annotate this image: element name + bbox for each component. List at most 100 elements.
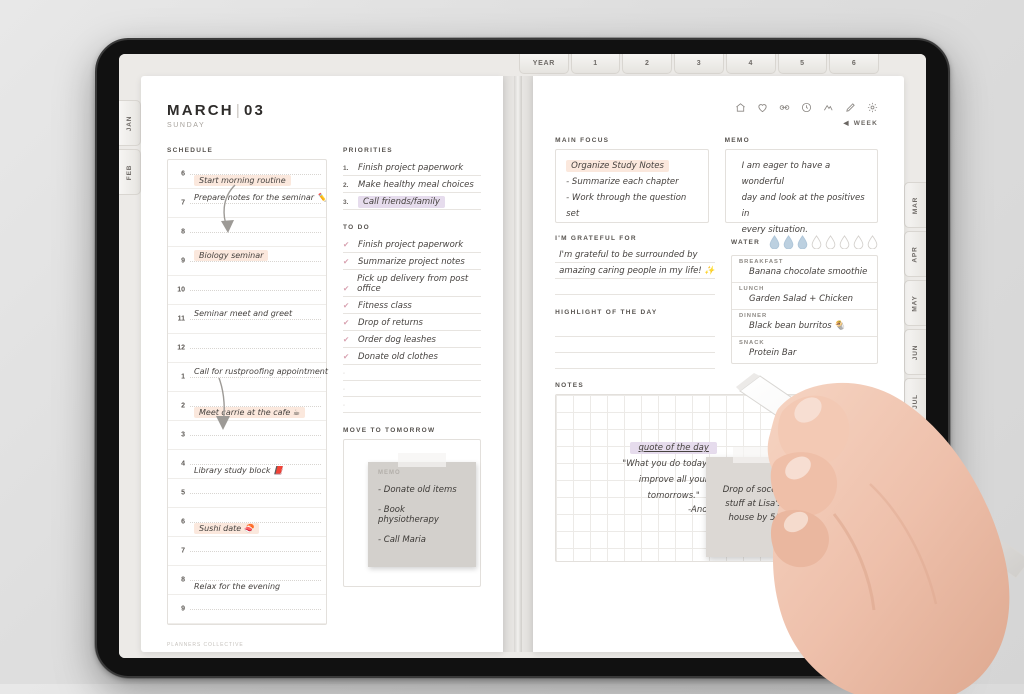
top-tab-year[interactable]: YEAR: [519, 54, 569, 74]
top-tab-1[interactable]: 1: [570, 54, 621, 74]
schedule-row[interactable]: 10: [168, 276, 326, 305]
top-tab-2[interactable]: 2: [622, 54, 673, 74]
water-drop-filled[interactable]: [797, 235, 808, 249]
check-icon[interactable]: ✔: [343, 240, 352, 250]
schedule-row[interactable]: 5: [168, 479, 326, 508]
todo-item[interactable]: ◦: [343, 397, 482, 413]
priority-item[interactable]: 2. Make healthy meal choices: [343, 176, 482, 193]
check-icon[interactable]: ✔: [343, 284, 351, 294]
toolbar: [555, 102, 878, 113]
home-icon[interactable]: [735, 102, 746, 113]
top-tab-3[interactable]: 3: [674, 54, 724, 74]
grateful-line[interactable]: amazing caring people in my life! ✨: [555, 263, 715, 279]
meal-value: Garden Salad + Chicken: [749, 294, 853, 304]
month-tab-mar[interactable]: MAR: [904, 182, 926, 228]
check-icon[interactable]: ✔: [343, 257, 352, 267]
heart-icon[interactable]: [757, 102, 768, 113]
meal-row[interactable]: BREAKFAST Banana chocolate smoothie: [732, 256, 877, 283]
todo-item[interactable]: ◦: [343, 381, 482, 397]
todo-item[interactable]: ◦: [343, 365, 482, 381]
main-focus-box[interactable]: Organize Study Notes - Summarize each ch…: [555, 149, 709, 223]
schedule-row[interactable]: 9: [168, 595, 326, 624]
highlight-lines[interactable]: [555, 321, 715, 369]
meal-row[interactable]: DINNER Black bean burritos 🌯: [732, 310, 877, 337]
water-drop-empty[interactable]: [867, 235, 878, 249]
schedule-row[interactable]: 7: [168, 537, 326, 566]
todo-item[interactable]: ✔ Pick up delivery from post office: [343, 270, 482, 297]
schedule-row[interactable]: 12: [168, 334, 326, 363]
schedule-hour: 8: [181, 576, 185, 584]
schedule-row[interactable]: 9 Biology seminar: [168, 247, 326, 276]
schedule-row[interactable]: 7 Prepare notes for the seminar ✏️: [168, 189, 327, 218]
grateful-line[interactable]: [555, 279, 715, 295]
meals-list[interactable]: BREAKFAST Banana chocolate smoothie LUNC…: [731, 255, 878, 364]
timer-icon[interactable]: [801, 102, 812, 113]
bookmark-icon[interactable]: [779, 102, 790, 113]
schedule-line: [190, 493, 321, 494]
month-tab-may[interactable]: MAY: [904, 280, 926, 326]
priority-item[interactable]: 1. Finish project paperwork: [343, 159, 482, 176]
schedule-row[interactable]: 3: [168, 421, 326, 450]
schedule-row[interactable]: 4 Library study block 📕: [168, 450, 326, 479]
month-tab-jan[interactable]: JAN: [119, 100, 141, 146]
grateful-lines[interactable]: I'm grateful to be surrounded by amazing …: [555, 247, 715, 295]
water-drop-filled[interactable]: [769, 235, 780, 249]
gear-icon[interactable]: [867, 102, 878, 113]
water-drop-empty[interactable]: [811, 235, 822, 249]
month-tab-jul[interactable]: JUL: [904, 378, 926, 424]
meal-row[interactable]: SNACK Protein Bar: [732, 337, 877, 363]
schedule-grid[interactable]: 6 Start morning routine 7 Prepare notes …: [167, 159, 328, 625]
todo-item[interactable]: ✔ Summarize project notes: [343, 253, 482, 270]
grateful-line[interactable]: I'm grateful to be surrounded by: [555, 247, 715, 263]
check-icon[interactable]: ✔: [343, 318, 352, 328]
water-drop-empty[interactable]: [825, 235, 836, 249]
schedule-line: [190, 232, 321, 233]
month-tab-jun[interactable]: JUN: [904, 329, 926, 375]
todo-item[interactable]: ✔ Fitness class: [343, 297, 482, 314]
water-drops[interactable]: [769, 235, 878, 249]
circle-icon[interactable]: ◦: [343, 371, 352, 378]
schedule-row[interactable]: 6 Start morning routine: [168, 160, 326, 189]
check-icon[interactable]: ✔: [343, 301, 352, 311]
memo-sticky-note[interactable]: MEMO - Donate old items - Book physiother…: [368, 453, 476, 567]
highlight-line[interactable]: [555, 337, 715, 353]
memo-line: I am eager to have a wonderful: [741, 161, 831, 187]
water-drop-empty[interactable]: [853, 235, 864, 249]
prev-arrow-icon[interactable]: ◀: [843, 119, 849, 127]
schedule-row[interactable]: 2 Meet carrie at the cafe ☕: [168, 392, 326, 421]
circle-icon[interactable]: ◦: [343, 387, 352, 394]
schedule-row[interactable]: 6 Sushi date 🍣: [168, 508, 326, 537]
check-icon[interactable]: ✔: [343, 335, 352, 345]
schedule-row[interactable]: 8 Relax for the evening: [168, 566, 326, 595]
week-nav[interactable]: ◀ WEEK: [555, 119, 878, 128]
pencil-icon[interactable]: [845, 102, 856, 113]
todo-item[interactable]: ✔ Order dog leashes: [343, 331, 482, 348]
top-tab-5[interactable]: 5: [777, 54, 828, 74]
highlight-line[interactable]: [555, 321, 715, 337]
note-sticky[interactable]: Drop of soccer stuff at Lisa's house by 5!: [706, 447, 802, 557]
move-to-tomorrow-box[interactable]: MEMO - Donate old items - Book physiother…: [343, 439, 482, 587]
todo-item[interactable]: ✔ Drop of returns: [343, 314, 482, 331]
check-icon[interactable]: ✔: [343, 352, 352, 362]
month-tab-apr[interactable]: APR: [904, 231, 926, 277]
circle-icon[interactable]: ◦: [343, 403, 352, 410]
schedule-row[interactable]: 11 Seminar meet and greet: [168, 305, 326, 334]
water-drop-filled[interactable]: [783, 235, 794, 249]
activity-icon[interactable]: [823, 102, 834, 113]
priorities-list[interactable]: 1. Finish project paperwork 2. Make heal…: [343, 159, 482, 210]
todo-item[interactable]: ✔ Finish project paperwork: [343, 236, 482, 253]
meal-row[interactable]: LUNCH Garden Salad + Chicken: [732, 283, 877, 310]
todo-list[interactable]: ✔ Finish project paperwork ✔ Summarize p…: [343, 236, 482, 413]
month-tab-feb[interactable]: FEB: [119, 149, 141, 195]
schedule-row[interactable]: 8: [168, 218, 326, 247]
water-drop-empty[interactable]: [839, 235, 850, 249]
highlight-line[interactable]: [555, 353, 715, 369]
top-tab-4[interactable]: 4: [725, 54, 776, 74]
priority-item[interactable]: 3. Call friends/family: [343, 193, 482, 210]
water-tracker[interactable]: WATER: [731, 235, 878, 249]
schedule-row[interactable]: 1 Call for rustproofing appointment: [168, 363, 328, 392]
todo-item[interactable]: ✔ Donate old clothes: [343, 348, 482, 365]
notes-canvas[interactable]: quote of the day "What you do today can i…: [555, 394, 878, 562]
memo-box[interactable]: I am eager to have a wonderful day and lo…: [724, 149, 878, 235]
top-tab-6[interactable]: 6: [829, 54, 880, 74]
